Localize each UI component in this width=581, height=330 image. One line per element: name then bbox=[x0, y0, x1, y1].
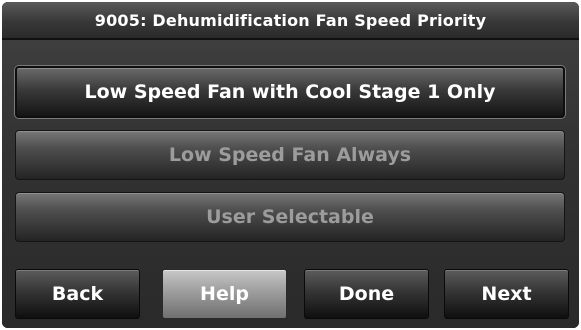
next-button[interactable]: Next bbox=[444, 269, 569, 319]
help-button[interactable]: Help bbox=[162, 269, 287, 319]
options-panel: Low Speed Fan with Cool Stage 1 Only Low… bbox=[2, 40, 579, 328]
page-title: 9005: Dehumidification Fan Speed Priorit… bbox=[2, 2, 579, 40]
back-button[interactable]: Back bbox=[15, 269, 140, 319]
option-low-speed-fan-always[interactable]: Low Speed Fan Always bbox=[15, 130, 565, 180]
thermostat-screen: 9005: Dehumidification Fan Speed Priorit… bbox=[2, 2, 579, 328]
option-low-speed-fan-cool-stage-1[interactable]: Low Speed Fan with Cool Stage 1 Only bbox=[15, 66, 565, 118]
done-button[interactable]: Done bbox=[304, 269, 429, 319]
option-user-selectable[interactable]: User Selectable bbox=[15, 192, 565, 242]
